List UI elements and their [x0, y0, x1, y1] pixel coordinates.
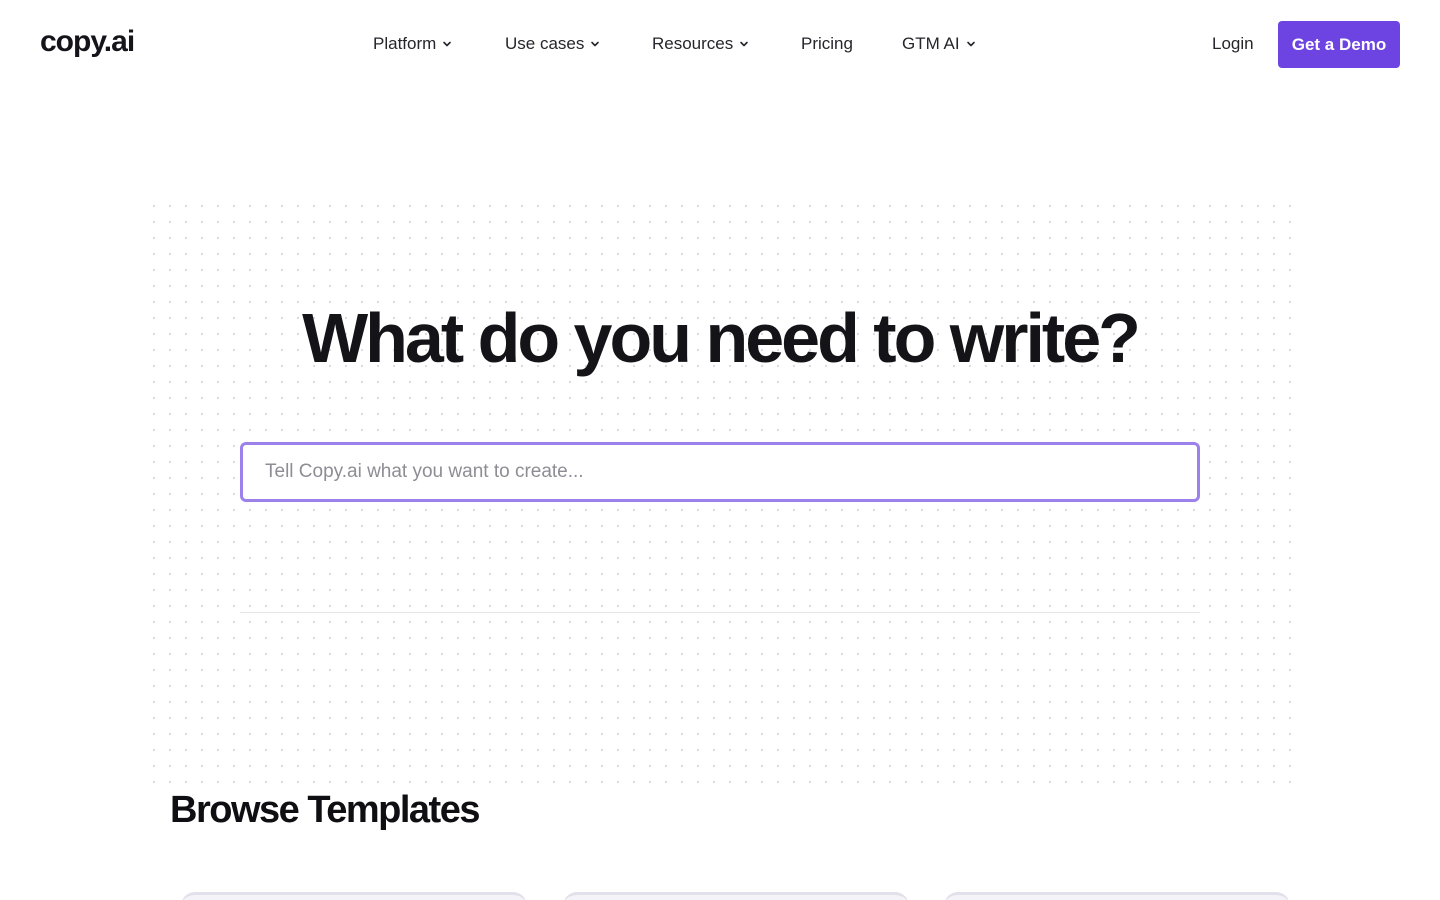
template-card[interactable] [944, 892, 1290, 900]
nav-pricing[interactable]: Pricing [801, 33, 853, 55]
hero-title: What do you need to write? [302, 299, 1141, 377]
chevron-down-icon [590, 39, 600, 49]
page: copy.ai Platform Use cases Resources Pri… [0, 0, 1440, 900]
copyai-logo[interactable]: copy.ai [40, 24, 135, 60]
nav-resources-label: Resources [652, 34, 734, 53]
nav-platform-label: Platform [373, 34, 437, 53]
nav-use-cases-label: Use cases [505, 34, 585, 53]
site-header: copy.ai Platform Use cases Resources Pri… [0, 0, 1440, 88]
nav-gtm-ai-label: GTM AI [902, 34, 960, 53]
nav-use-cases[interactable]: Use cases [505, 33, 600, 55]
nav-pricing-label: Pricing [801, 34, 853, 53]
divider [240, 612, 1200, 613]
chevron-down-icon [739, 39, 749, 49]
nav-platform[interactable]: Platform [373, 33, 452, 55]
chevron-down-icon [442, 39, 452, 49]
template-card[interactable] [181, 892, 527, 900]
browse-templates-heading: Browse Templates [170, 789, 480, 831]
prompt-input[interactable] [240, 442, 1200, 502]
chevron-down-icon [966, 39, 976, 49]
template-card[interactable] [563, 892, 909, 900]
get-a-demo-button[interactable]: Get a Demo [1278, 21, 1400, 68]
nav-resources[interactable]: Resources [652, 33, 749, 55]
nav-gtm-ai[interactable]: GTM AI [902, 33, 976, 55]
login-link[interactable]: Login [1212, 33, 1254, 55]
